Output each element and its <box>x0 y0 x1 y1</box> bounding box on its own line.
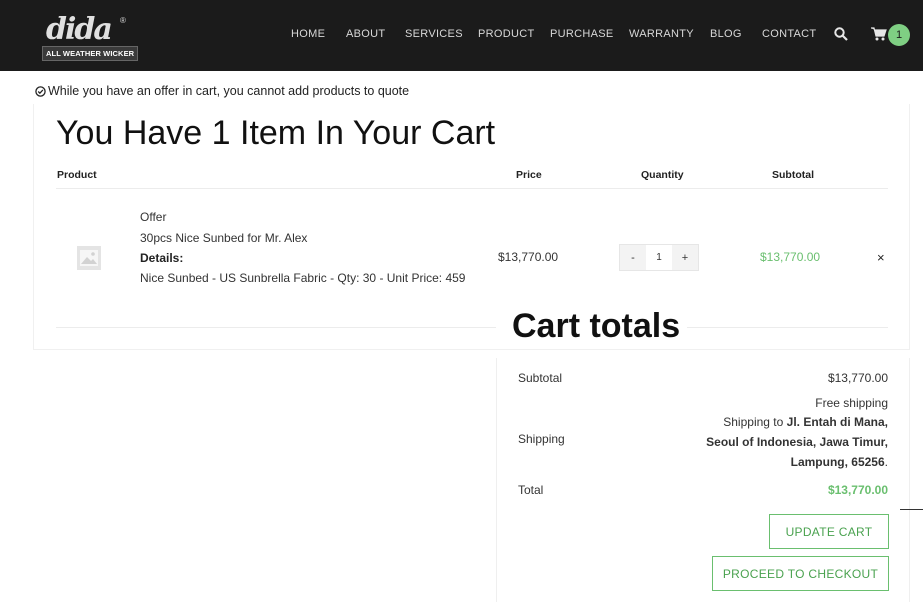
item-price: $13,770.00 <box>498 250 559 264</box>
quantity-decrease-button[interactable]: - <box>620 245 646 270</box>
product-thumbnail-placeholder[interactable] <box>77 246 101 270</box>
totals-divider-right <box>687 327 888 328</box>
table-header-divider <box>56 188 888 189</box>
search-icon[interactable] <box>834 27 848 41</box>
site-header: dida ® ALL WEATHER WICKER HOME ABOUT SER… <box>0 0 923 71</box>
item-type: Offer <box>140 210 167 224</box>
cart-title: You Have 1 Item In Your Cart <box>56 114 496 152</box>
update-cart-button[interactable]: UPDATE CART <box>769 514 889 549</box>
item-details: Nice Sunbed - US Sunbrella Fabric - Qty:… <box>140 271 466 285</box>
nav-about[interactable]: ABOUT <box>346 28 385 40</box>
nav-blog[interactable]: BLOG <box>710 28 742 40</box>
totals-divider-left <box>56 327 496 328</box>
nav-services[interactable]: SERVICES <box>405 28 463 40</box>
column-header-price: Price <box>516 169 542 181</box>
quantity-input[interactable]: 1 <box>646 245 672 270</box>
item-subtotal: $13,770.00 <box>760 250 821 264</box>
cart-totals-title: Cart totals <box>512 307 681 345</box>
logo-tagline: ALL WEATHER WICKER <box>42 46 139 61</box>
nav-product[interactable]: PRODUCT <box>478 28 535 40</box>
shipping-address-line3: Lampung, 65256 <box>790 455 885 469</box>
remove-item-icon[interactable]: × <box>877 250 885 265</box>
check-circle-icon <box>35 85 46 97</box>
proceed-to-checkout-button[interactable]: PROCEED TO CHECKOUT <box>712 556 889 591</box>
nav-warranty[interactable]: WARRANTY <box>629 28 694 40</box>
site-logo[interactable]: dida ® ALL WEATHER WICKER <box>40 10 139 61</box>
shipping-to-prefix: Shipping to <box>723 415 787 429</box>
totals-subtotal-value: $13,770.00 <box>827 371 888 385</box>
registered-mark: ® <box>120 16 126 25</box>
totals-total-value: $13,770.00 <box>827 483 888 497</box>
shipping-address-end: . <box>884 455 888 469</box>
shipping-destination-line1: Shipping to Jl. Entah di Mana, <box>723 415 888 429</box>
totals-subtotal-label: Subtotal <box>518 371 563 385</box>
edge-divider <box>900 509 923 510</box>
column-header-quantity: Quantity <box>641 169 684 181</box>
cart-count-badge[interactable]: 1 <box>888 24 910 46</box>
offer-notice: While you have an offer in cart, you can… <box>35 84 409 98</box>
shipping-address-line2: Seoul of Indonesia, Jawa Timur, <box>706 435 888 449</box>
shipping-method: Free shipping <box>815 396 888 410</box>
cart-icon[interactable] <box>871 27 887 41</box>
notice-text: While you have an offer in cart, you can… <box>48 84 410 98</box>
quantity-increase-button[interactable]: + <box>672 245 698 270</box>
item-details-label: Details: <box>140 251 184 265</box>
item-name[interactable]: 30pcs Nice Sunbed for Mr. Alex <box>140 231 307 245</box>
shipping-address-line1: Jl. Entah di Mana, <box>786 415 888 429</box>
nav-home[interactable]: HOME <box>291 28 325 40</box>
quantity-stepper: - 1 + <box>619 244 699 271</box>
column-header-subtotal: Subtotal <box>772 169 814 181</box>
totals-shipping-label: Shipping <box>518 432 565 446</box>
column-header-product: Product <box>57 169 97 181</box>
nav-purchase[interactable]: PURCHASE <box>550 28 614 40</box>
shipping-destination-line3: Lampung, 65256. <box>791 455 888 469</box>
nav-contact[interactable]: CONTACT <box>762 28 816 40</box>
logo-wordmark: dida <box>46 12 113 47</box>
totals-total-label: Total <box>518 483 544 497</box>
